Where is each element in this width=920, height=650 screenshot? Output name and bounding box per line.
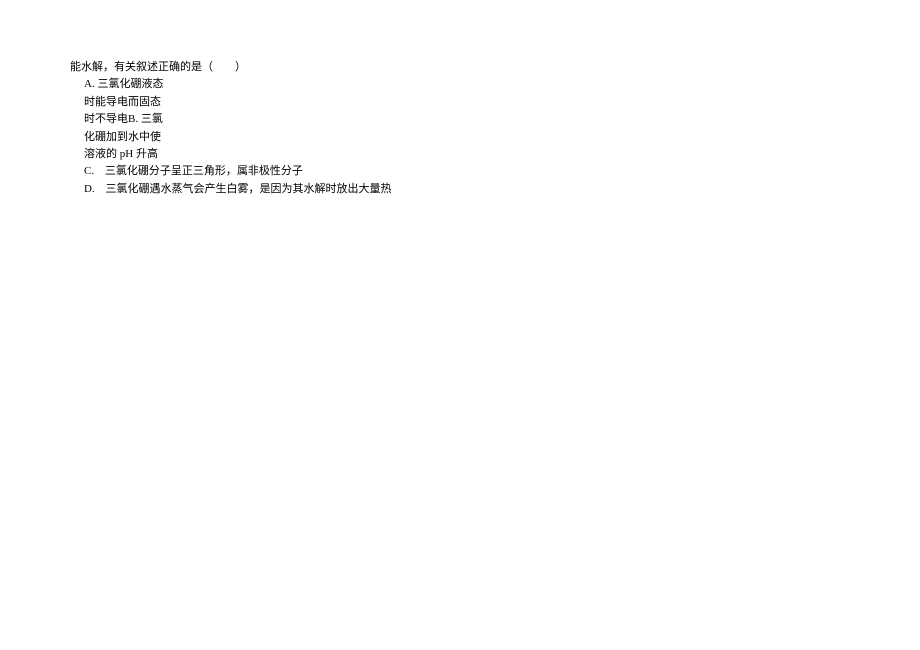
option-d-label: D. [84,183,95,195]
question-stem: 能水解，有关叙述正确的是（ ） [70,60,850,75]
option-c: C. 三氯化硼分子呈正三角形，属非极性分子 [84,164,850,179]
option-c-label: C. [84,165,94,177]
option-a-line-2: 时能导电而固态 [84,95,850,110]
option-b-line-4: 化硼加到水中使 [84,130,850,145]
option-b-line-5: 溶液的 pH 升高 [84,147,850,162]
option-d: D. 三氯化硼遇水蒸气会产生白雾，是因为其水解时放出大量热 [84,182,850,197]
option-a-line-1: A. 三氯化硼液态 [84,77,850,92]
option-ab-line-3: 时不导电B. 三氯 [84,112,850,127]
option-d-text: 三氯化硼遇水蒸气会产生白雾，是因为其水解时放出大量热 [105,183,391,195]
option-c-text: 三氯化硼分子呈正三角形，属非极性分子 [105,165,303,177]
